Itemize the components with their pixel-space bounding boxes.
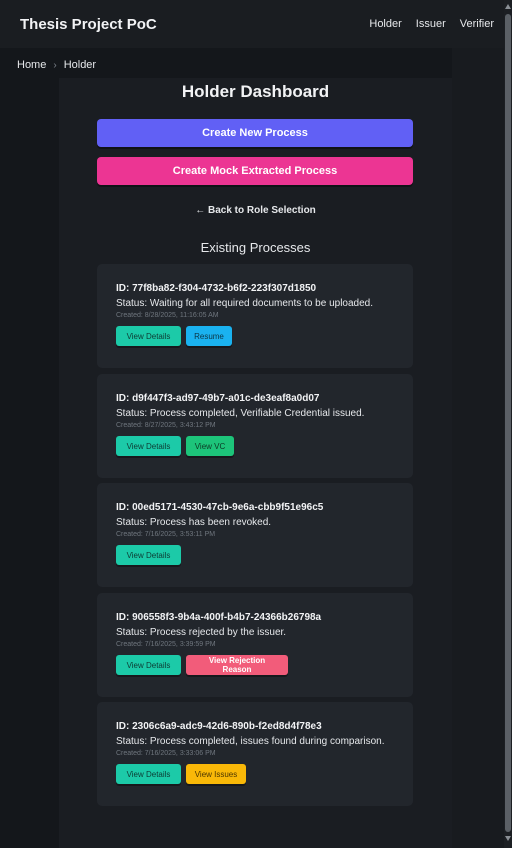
- process-id: ID: 2306c6a9-adc9-42d6-890b-f2ed8d4f78e3: [116, 721, 322, 732]
- right-gutter: [452, 48, 504, 848]
- process-card: ID: 77f8ba82-f304-4732-b6f2-223f307d1850…: [97, 264, 413, 368]
- section-title: Existing Processes: [200, 240, 311, 255]
- process-status: Status: Process rejected by the issuer.: [116, 627, 287, 638]
- process-actions: View Details View VC: [116, 436, 413, 456]
- process-created: Created: 7/16/2025, 3:33:06 PM: [116, 750, 216, 757]
- process-status: Status: Waiting for all required documen…: [116, 298, 374, 309]
- process-card: ID: 00ed5171-4530-47cb-9e6a-cbb9f51e96c5…: [97, 483, 413, 587]
- view-vc-button[interactable]: View VC: [186, 436, 234, 456]
- process-actions: View Details View Issues: [116, 764, 413, 784]
- process-id: ID: d9f447f3-ad97-49b7-a01c-de3eaf8a0d07: [116, 393, 320, 404]
- process-created: Created: 8/27/2025, 3:43:12 PM: [116, 422, 216, 429]
- resume-button[interactable]: Resume: [186, 326, 232, 346]
- navbar: Thesis Project PoC Holder Issuer Verifie…: [0, 0, 504, 48]
- breadcrumb-home[interactable]: Home: [17, 59, 46, 71]
- back-to-role-selection-link[interactable]: ← Back to Role Selection: [59, 205, 452, 216]
- nav-link-verifier[interactable]: Verifier: [460, 18, 494, 30]
- view-details-button[interactable]: View Details: [116, 436, 181, 456]
- view-rejection-reason-button[interactable]: View Rejection Reason: [186, 655, 288, 675]
- process-id: ID: 77f8ba82-f304-4732-b6f2-223f307d1850: [116, 283, 317, 294]
- process-status: Status: Process completed, Verifiable Cr…: [116, 408, 365, 419]
- process-actions: View Details Resume: [116, 326, 413, 346]
- process-id: ID: 00ed5171-4530-47cb-9e6a-cbb9f51e96c5: [116, 502, 324, 513]
- scrollbar-thumb[interactable]: [505, 14, 511, 832]
- process-card: ID: d9f447f3-ad97-49b7-a01c-de3eaf8a0d07…: [97, 374, 413, 478]
- process-created: Created: 7/16/2025, 3:39:59 PM: [116, 641, 216, 648]
- view-details-button[interactable]: View Details: [116, 545, 181, 565]
- view-details-button[interactable]: View Details: [116, 655, 181, 675]
- nav-link-holder[interactable]: Holder: [369, 18, 401, 30]
- app-brand[interactable]: Thesis Project PoC: [20, 16, 369, 33]
- nav-link-issuer[interactable]: Issuer: [416, 18, 446, 30]
- process-id: ID: 906558f3-9b4a-400f-b4b7-24366b26798a: [116, 612, 322, 623]
- breadcrumb: Home › Holder: [17, 59, 96, 71]
- breadcrumb-current: Holder: [63, 59, 97, 71]
- process-actions: View Details View Rejection Reason: [116, 655, 413, 675]
- create-mock-process-button[interactable]: Create Mock Extracted Process: [97, 157, 413, 185]
- process-status: Status: Process completed, issues found …: [116, 736, 385, 747]
- view-issues-button[interactable]: View Issues: [186, 764, 246, 784]
- view-details-button[interactable]: View Details: [116, 326, 181, 346]
- process-card: ID: 2306c6a9-adc9-42d6-890b-f2ed8d4f78e3…: [97, 702, 413, 806]
- process-actions: View Details: [116, 545, 413, 565]
- scroll-down-icon[interactable]: [505, 836, 511, 841]
- process-created: Created: 8/28/2025, 11:16:05 AM: [116, 312, 219, 319]
- page-title: Holder Dashboard: [181, 82, 330, 101]
- scrollbar[interactable]: [504, 0, 512, 848]
- scroll-up-icon[interactable]: [505, 4, 511, 9]
- breadcrumb-separator-icon: ›: [53, 59, 57, 71]
- view-details-button[interactable]: View Details: [116, 764, 181, 784]
- create-process-button[interactable]: Create New Process: [97, 119, 413, 147]
- process-status: Status: Process has been revoked.: [116, 517, 272, 528]
- process-created: Created: 7/16/2025, 3:53:11 PM: [116, 531, 216, 538]
- process-card: ID: 906558f3-9b4a-400f-b4b7-24366b26798a…: [97, 593, 413, 697]
